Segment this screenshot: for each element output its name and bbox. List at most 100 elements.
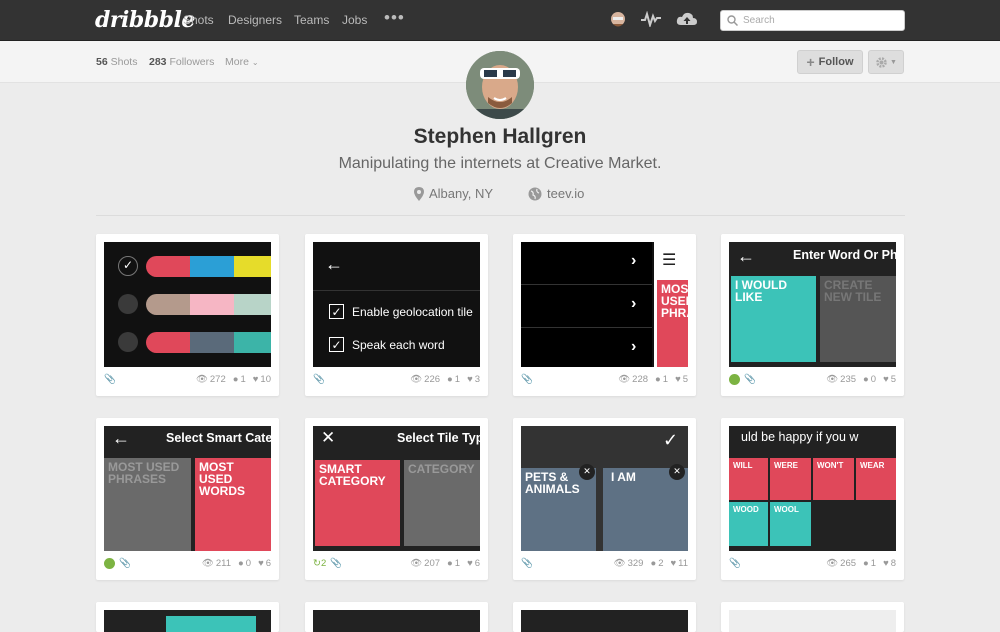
activity-icon[interactable] [640,10,661,31]
profile-avatar [466,51,534,119]
eye-icon: 👁 [826,558,839,569]
rebound-icon [729,374,740,385]
shot-stats: 📎 👁 272 ● 1 ♥ 10 [104,374,271,388]
shot-thumbnail[interactable] [104,610,271,632]
shot-card[interactable]: ← ✓ Enable geolocation tile ✓ Speak each w… [305,234,488,396]
rebound-icon [104,558,115,569]
views-count: 👁 235 [826,374,857,385]
views-count: 👁 272 [195,374,226,385]
more-dropdown[interactable]: More ⌄ [225,56,259,68]
back-arrow-icon: ← [325,254,343,274]
likes-count[interactable]: ♥ 6 [467,558,480,569]
shot-card[interactable]: uld be happy if you w WILL WERE WON'T WE… [721,418,904,580]
checkbox-checked-icon: ✓ [329,304,344,319]
nav-teams[interactable]: Teams [294,13,329,27]
attachment-icon: 📎 [744,374,756,385]
comments-count[interactable]: ● 0 [863,374,876,385]
heart-icon: ♥ [467,374,473,385]
settings-menu-button[interactable]: ▼ [868,50,904,74]
nav-designers[interactable]: Designers [228,13,282,27]
comment-icon: ● [863,374,869,385]
comment-icon: ● [863,558,869,569]
likes-count[interactable]: ♥ 5 [675,374,688,385]
nav-jobs[interactable]: Jobs [342,13,367,27]
shot-card[interactable]: ← Select Smart Category MOST USED PHRASE… [96,418,279,580]
shot-thumbnail[interactable] [521,610,688,632]
comments-count[interactable]: ● 1 [655,374,668,385]
likes-count[interactable]: ♥ 11 [670,558,688,569]
comment-icon: ● [650,558,657,569]
chevron-right-icon: › [631,295,637,312]
shot-thumbnail[interactable]: ✕ Select Tile Type SMART CATEGORY CATEGO… [313,426,480,551]
shot-thumbnail[interactable]: ✓ PETS & ANIMALS I AM ✕ ✕ [521,426,688,551]
eye-icon: 👁 [826,374,839,385]
close-icon: ✕ [579,464,595,480]
shot-thumbnail[interactable]: ← Select Smart Category MOST USED PHRASE… [104,426,271,551]
eye-icon: 👁 [410,558,423,569]
search-icon [727,15,738,26]
attachment-icon: 📎 [521,558,533,569]
likes-count[interactable]: ♥ 3 [467,374,480,385]
shots-count-link[interactable]: 56 Shots [96,56,137,68]
comments-count[interactable]: ● 0 [238,558,251,569]
likes-count[interactable]: ♥ 6 [258,558,271,569]
shot-stats: 📎 👁 228 ● 1 ♥ 5 [521,374,688,388]
more-nav-icon[interactable]: ••• [384,8,405,28]
checkbox-checked-icon: ✓ [329,337,344,352]
shot-thumbnail[interactable]: uld be happy if you w WILL WERE WON'T WE… [729,426,896,551]
followers-count-link[interactable]: 283 Followers [149,56,214,68]
profile-location: Albany, NY [414,186,493,201]
comment-icon: ● [232,374,239,385]
shot-card[interactable]: ← Enter Word Or Phrase I WOULD LIKE CREA… [721,234,904,396]
views-count: 👁 265 [826,558,857,569]
likes-count[interactable]: ♥ 8 [883,558,896,569]
attachment-icon: 📎 [104,374,116,385]
comments-count[interactable]: ● 1 [863,558,876,569]
user-avatar-icon[interactable] [610,11,630,31]
shot-thumbnail[interactable]: ← Enter Word Or Phrase I WOULD LIKE CREA… [729,242,896,367]
search-input[interactable] [743,12,901,29]
views-count: 👁 211 [201,558,232,569]
attachment-icon: 📎 [521,374,533,385]
shot-card[interactable] [96,602,279,632]
eye-icon: 👁 [195,374,208,385]
shot-card[interactable] [721,602,904,632]
rebound-count[interactable]: ↻2 [313,558,326,569]
shot-card[interactable]: ✓ 📎 👁 272 ● 1 ♥ 10 [96,234,279,396]
shot-card[interactable]: ✓ PETS & ANIMALS I AM ✕ ✕ 📎 👁 329 ● 2 ♥ 11 [513,418,696,580]
dribbble-logo[interactable]: dribbble [95,7,195,33]
shot-stats: 📎 👁 226 ● 1 ♥ 3 [313,374,480,388]
comments-count[interactable]: ● 1 [447,374,460,385]
heart-icon: ♥ [670,558,677,569]
shot-thumbnail[interactable]: ✓ [104,242,271,367]
section-divider [96,215,905,216]
shot-thumbnail[interactable]: › › › ☰ MOST USED PHRASES [521,242,688,367]
chevron-down-icon: ⌄ [251,58,259,67]
heart-icon: ♥ [883,558,889,569]
shot-thumbnail[interactable]: ← ✓ Enable geolocation tile ✓ Speak each w… [313,242,480,367]
likes-count[interactable]: ♥ 5 [883,374,896,385]
globe-icon [528,187,542,200]
comments-count[interactable]: ● 1 [233,374,246,385]
nav-shots[interactable]: Shots [183,13,214,27]
comments-count[interactable]: ● 2 [650,558,663,569]
shot-thumbnail[interactable] [729,610,896,632]
upload-cloud-icon[interactable] [676,11,697,31]
comments-count[interactable]: ● 1 [447,558,460,569]
shot-thumbnail[interactable] [313,610,480,632]
back-arrow-icon: ← [112,428,130,448]
heart-icon: ♥ [252,374,259,385]
shot-card[interactable] [513,602,696,632]
likes-count[interactable]: ♥ 10 [253,374,271,385]
shot-card[interactable]: ✕ Select Tile Type SMART CATEGORY CATEGO… [305,418,488,580]
shot-stats: 📎 👁 329 ● 2 ♥ 11 [521,558,688,572]
comment-icon: ● [238,558,244,569]
profile-website-link[interactable]: teev.io [528,186,584,201]
heart-icon: ♥ [675,374,681,385]
follow-button[interactable]: + Follow [797,50,863,74]
attachment-icon: 📎 [729,558,741,569]
shot-stats: 📎 👁 265 ● 1 ♥ 8 [729,558,896,572]
profile-name: Stephen Hallgren [413,125,587,148]
shot-card[interactable]: › › › ☰ MOST USED PHRASES 📎 👁228 ●1 ♥5 [513,234,696,396]
shot-card[interactable] [305,602,488,632]
